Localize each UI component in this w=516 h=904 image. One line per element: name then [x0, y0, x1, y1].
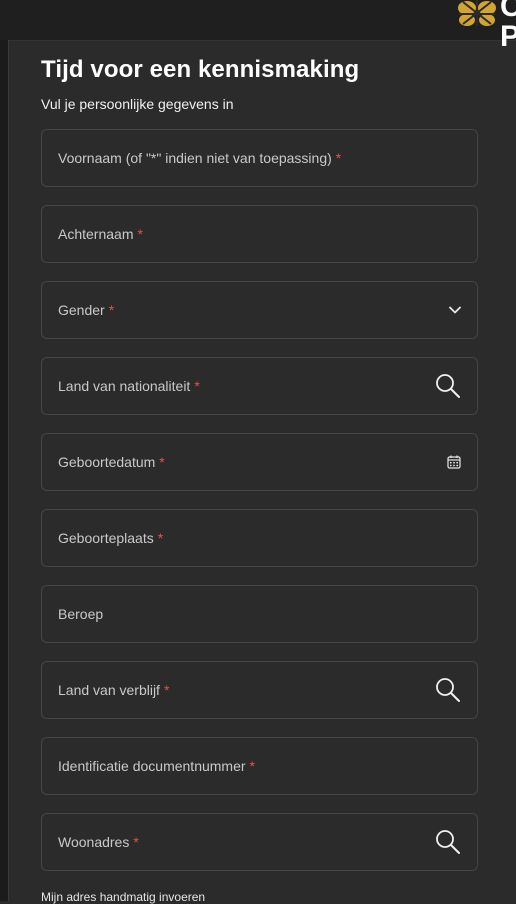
- residence-country-label: Land van verblijf *: [58, 682, 170, 698]
- home-address-label: Woonadres *: [58, 834, 139, 850]
- birth-place-label: Geboorteplaats *: [58, 530, 164, 546]
- search-icon[interactable]: [435, 677, 461, 703]
- page-title: Tijd voor een kennismaking: [41, 56, 360, 83]
- residence-country-field[interactable]: Land van verblijf *: [41, 661, 478, 719]
- search-icon[interactable]: [435, 829, 461, 855]
- top-bar: [0, 0, 516, 41]
- gender-select[interactable]: Gender *: [41, 281, 478, 339]
- required-marker: *: [194, 378, 200, 394]
- birth-place-field[interactable]: Geboorteplaats *: [41, 509, 478, 567]
- first-name-field[interactable]: Voornaam (of "*" indien niet van toepass…: [41, 129, 478, 187]
- required-marker: *: [137, 226, 143, 242]
- gender-label: Gender *: [58, 302, 115, 318]
- required-marker: *: [159, 454, 165, 470]
- first-name-label: Voornaam (of "*" indien niet van toepass…: [58, 150, 342, 166]
- id-document-number-field[interactable]: Identificatie documentnummer *: [41, 737, 478, 795]
- birth-date-field[interactable]: Geboortedatum *: [41, 433, 478, 491]
- brand-text-line2: P: [500, 20, 516, 52]
- occupation-field[interactable]: Beroep: [41, 585, 478, 643]
- manual-address-link[interactable]: Mijn adres handmatig invoeren: [41, 890, 205, 904]
- id-document-number-label: Identificatie documentnummer *: [58, 758, 255, 774]
- brand-text-line1: C: [500, 0, 516, 23]
- page-subtitle: Vul je persoonlijke gegevens in: [41, 96, 234, 112]
- brand-logo-icon[interactable]: [457, 0, 497, 26]
- birth-date-label: Geboortedatum *: [58, 454, 165, 470]
- form-header: Tijd voor een kennismaking Vul je persoo…: [41, 56, 480, 112]
- last-name-field[interactable]: Achternaam *: [41, 205, 478, 263]
- required-marker: *: [335, 150, 342, 166]
- last-name-label: Achternaam *: [58, 226, 143, 242]
- required-marker: *: [163, 682, 170, 698]
- occupation-label: Beroep: [58, 606, 104, 622]
- required-marker: *: [133, 834, 139, 850]
- left-rail: [0, 40, 9, 901]
- required-marker: *: [249, 758, 255, 774]
- nationality-country-field[interactable]: Land van nationaliteit *: [41, 357, 478, 415]
- calendar-icon[interactable]: [447, 455, 461, 469]
- required-marker: *: [157, 530, 164, 546]
- chevron-down-icon[interactable]: [449, 306, 461, 314]
- brand-wordmark: C P: [500, 0, 516, 52]
- home-address-field[interactable]: Woonadres *: [41, 813, 478, 871]
- search-icon[interactable]: [435, 373, 461, 399]
- required-marker: *: [108, 302, 115, 318]
- nationality-country-label: Land van nationaliteit *: [58, 378, 200, 394]
